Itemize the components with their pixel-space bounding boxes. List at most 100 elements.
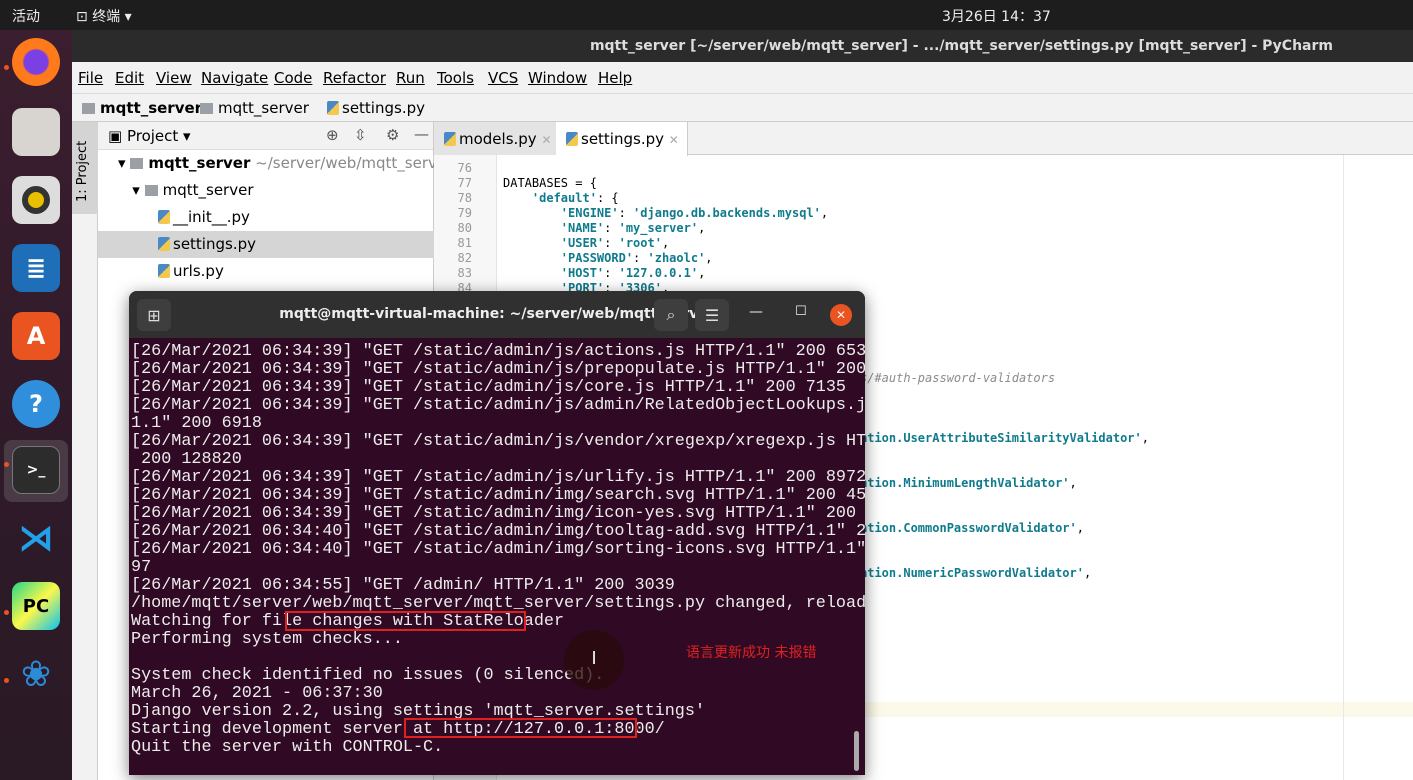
- terminal-line: System check identified no issues (0 sil…: [131, 666, 605, 685]
- code-line: 'NAME': 'my_server',: [560, 221, 706, 235]
- menu-help[interactable]: Help: [598, 69, 632, 87]
- terminal-output[interactable]: [26/Mar/2021 06:34:39] "GET /static/admi…: [131, 343, 865, 757]
- line-number: 78: [457, 191, 472, 205]
- collapse-icon[interactable]: ⇳: [354, 126, 367, 144]
- close-icon[interactable]: ✕: [830, 304, 852, 326]
- project-view-dropdown[interactable]: ▣ Project ▾: [108, 127, 191, 145]
- line-number: 76: [457, 161, 472, 175]
- tree-root[interactable]: ▾ mqtt_server ~/server/web/mqtt_server: [98, 150, 452, 177]
- breadcrumb-folder[interactable]: mqtt_server: [200, 99, 309, 117]
- code-line: ation.UserAttributeSimilarityValidator',: [860, 431, 1149, 445]
- terminal-icon[interactable]: >_: [12, 446, 60, 494]
- menu-run[interactable]: Run: [396, 69, 425, 87]
- terminal-line: [26/Mar/2021 06:34:40] "GET /static/admi…: [131, 522, 865, 541]
- clock[interactable]: 3月26日 14：37: [942, 6, 1051, 26]
- tree-folder[interactable]: ▾ mqtt_server: [98, 177, 434, 204]
- folder-icon: [82, 103, 95, 114]
- breadcrumb: mqtt_server mqtt_server settings.py: [72, 94, 1413, 122]
- menu-view[interactable]: View: [156, 69, 192, 87]
- app-icon[interactable]: ❀: [12, 650, 60, 698]
- dock: ≣ A ? >_ ⋊ PC ❀: [0, 30, 72, 780]
- terminal-line: March 26, 2021 - 06:37:30: [131, 684, 383, 703]
- new-tab-icon[interactable]: ⊞: [137, 299, 171, 331]
- pycharm-icon[interactable]: PC: [12, 582, 60, 630]
- gear-icon[interactable]: ⚙: [386, 126, 399, 144]
- software-icon[interactable]: A: [12, 312, 60, 360]
- top-bar: 活动 ⊡ 终端 ▾ 3月26日 14：37: [0, 0, 1413, 30]
- tool-window-strip: 1: Project: [72, 122, 98, 780]
- menu-window[interactable]: Window: [528, 69, 587, 87]
- code-comment: s/#auth-password-validators: [860, 371, 1056, 385]
- terminal-line: Quit the server with CONTROL-C.: [131, 738, 444, 757]
- menu-refactor[interactable]: Refactor: [323, 69, 386, 87]
- code-line: ation.CommonPasswordValidator',: [860, 521, 1084, 535]
- close-icon: ✕: [541, 133, 552, 147]
- breadcrumb-root[interactable]: mqtt_server: [82, 99, 202, 117]
- python-file-icon: [327, 101, 339, 115]
- code-line: 'HOST': '127.0.0.1',: [560, 266, 706, 280]
- app-menu-label: 终端: [92, 9, 121, 25]
- minimize-icon[interactable]: —: [749, 304, 763, 320]
- terminal-app-menu[interactable]: ⊡ 终端 ▾: [76, 6, 132, 26]
- vscode-icon[interactable]: ⋊: [12, 514, 60, 562]
- menu-icon[interactable]: ☰: [695, 299, 729, 331]
- annotation-text: 语言更新成功 未报错: [686, 645, 817, 661]
- locate-icon[interactable]: ⊕: [326, 126, 339, 144]
- line-number: 77: [457, 176, 472, 190]
- terminal-line: [26/Mar/2021 06:34:39] "GET /static/admi…: [131, 360, 865, 379]
- tree-file-selected[interactable]: settings.py: [98, 231, 434, 258]
- highlight-box: [404, 718, 637, 738]
- terminal-line: [26/Mar/2021 06:34:39] "GET /static/admi…: [131, 396, 865, 415]
- code-line: 'ENGINE': 'django.db.backends.mysql',: [560, 206, 829, 220]
- menu-file[interactable]: File: [78, 69, 103, 87]
- help-icon[interactable]: ?: [12, 380, 60, 428]
- terminal-header: mqtt@mqtt-virtual-machine: ~/server/web/…: [129, 291, 865, 338]
- scrollbar[interactable]: [854, 731, 859, 771]
- python-file-icon: [158, 264, 170, 278]
- line-number: 83: [457, 266, 472, 280]
- tab-models[interactable]: models.py ✕: [434, 122, 561, 155]
- code-line: ation.MinimumLengthValidator',: [860, 476, 1077, 490]
- terminal-line: [26/Mar/2021 06:34:39] "GET /static/admi…: [131, 342, 865, 361]
- code-line-77: DATABASES = {: [503, 176, 597, 190]
- hide-icon[interactable]: —: [414, 125, 429, 143]
- line-number: 82: [457, 251, 472, 265]
- terminal-line: 1.1" 200 6918: [131, 414, 262, 433]
- firefox-icon[interactable]: [12, 38, 60, 86]
- code-line-78: 'default': {: [531, 191, 619, 205]
- menu-navigate[interactable]: Navigate: [201, 69, 268, 87]
- rhythmbox-icon[interactable]: [12, 176, 60, 224]
- terminal-line: [26/Mar/2021 06:34:39] "GET /static/admi…: [131, 432, 865, 451]
- tab-settings[interactable]: settings.py ✕: [556, 122, 688, 156]
- tree-file[interactable]: __init__.py: [98, 204, 434, 231]
- mouse-cursor-icon: I: [564, 630, 624, 690]
- breadcrumb-file[interactable]: settings.py: [327, 99, 425, 117]
- code-line: ation.NumericPasswordValidator',: [860, 566, 1092, 580]
- terminal-line: [26/Mar/2021 06:34:39] "GET /static/admi…: [131, 468, 865, 487]
- terminal-line: [26/Mar/2021 06:34:39] "GET /static/admi…: [131, 486, 865, 505]
- maximize-icon[interactable]: ☐: [795, 304, 807, 319]
- menu-tools[interactable]: Tools: [437, 69, 474, 87]
- menu-vcs[interactable]: VCS: [488, 69, 518, 87]
- folder-icon: [200, 103, 213, 114]
- terminal-line: [26/Mar/2021 06:34:55] "GET /admin/ HTTP…: [131, 576, 675, 595]
- code-line: 'USER': 'root',: [560, 236, 670, 250]
- menu-code[interactable]: Code: [274, 69, 312, 87]
- search-icon[interactable]: ⌕: [654, 299, 688, 331]
- project-tool-tab[interactable]: 1: Project: [72, 122, 98, 214]
- close-icon: ✕: [668, 133, 679, 147]
- code-line: 'PASSWORD': 'zhaolc',: [560, 251, 713, 265]
- line-number: 79: [457, 206, 472, 220]
- line-number: 80: [457, 221, 472, 235]
- terminal-window[interactable]: mqtt@mqtt-virtual-machine: ~/server/web/…: [129, 291, 865, 775]
- window-title-bar: mqtt_server [~/server/web/mqtt_server] -…: [72, 30, 1413, 62]
- menu-edit[interactable]: Edit: [115, 69, 144, 87]
- activities-button[interactable]: 活动: [12, 6, 40, 26]
- tree-file[interactable]: urls.py: [98, 258, 434, 285]
- terminal-line: [26/Mar/2021 06:34:39] "GET /static/admi…: [131, 378, 846, 397]
- python-file-icon: [158, 210, 170, 224]
- line-number: 81: [457, 236, 472, 250]
- terminal-line: [26/Mar/2021 06:34:39] "GET /static/admi…: [131, 504, 865, 523]
- files-icon[interactable]: [12, 108, 60, 156]
- writer-icon[interactable]: ≣: [12, 244, 60, 292]
